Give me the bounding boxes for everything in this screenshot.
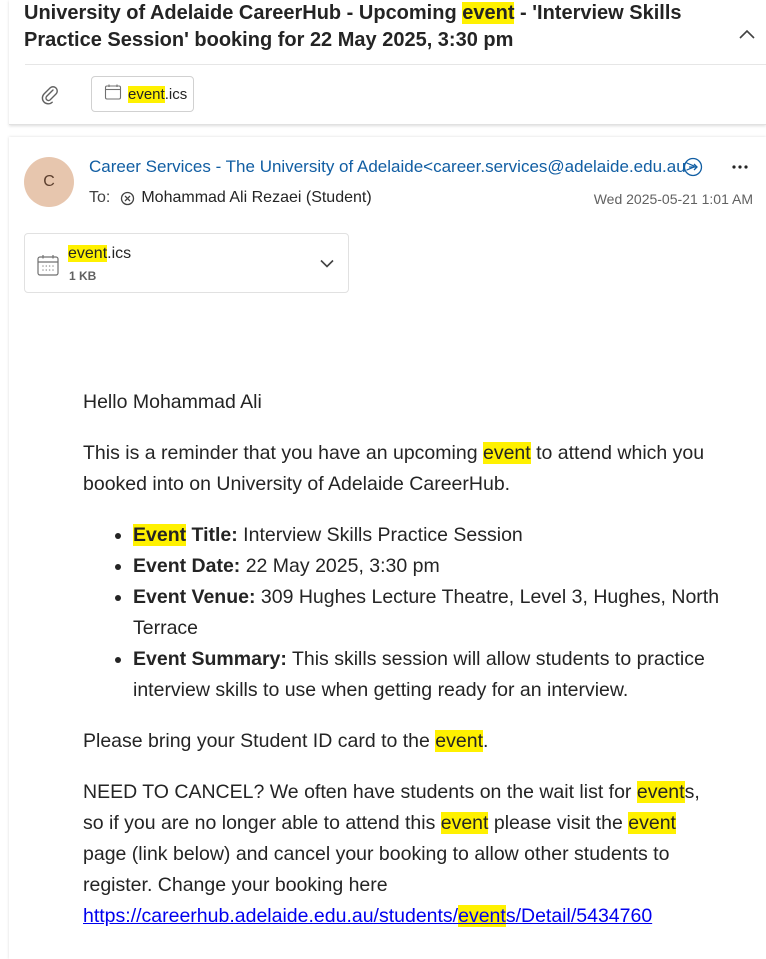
link-text[interactable]: https://careerhub.adelaide.edu.au/studen… xyxy=(83,905,458,927)
attachment-chip-name: event.ics xyxy=(128,85,188,103)
to-line: To: Mohammad Ali Rezaei (Student) xyxy=(89,189,372,207)
search-highlight[interactable]: event xyxy=(458,905,506,927)
chip-search-highlight: event xyxy=(128,85,165,103)
detail-value: 22 May 2025, 3:30 pm xyxy=(240,555,440,577)
detail-label: Event Summary: xyxy=(133,648,287,670)
cancel-text: NEED TO CANCEL? We often have students o… xyxy=(83,781,637,803)
cancel-text: please visit the xyxy=(488,812,629,834)
subject-search-highlight: event xyxy=(462,2,515,24)
attachment-chip[interactable]: event.ics xyxy=(91,76,194,112)
search-highlight: event xyxy=(435,730,483,752)
search-highlight: event xyxy=(482,442,531,464)
intro-paragraph: This is a reminder that you have an upco… xyxy=(83,438,723,500)
list-item: Event Date: 22 May 2025, 3:30 pm xyxy=(133,551,723,582)
chevron-down-icon[interactable] xyxy=(316,252,338,274)
message-card: C Career Services - The University of Ad… xyxy=(9,137,766,959)
sender-name[interactable]: Career Services - The University of Adel… xyxy=(89,156,719,178)
detail-value: Interview Skills Practice Session xyxy=(237,524,523,546)
to-label: To: xyxy=(89,189,111,206)
calendar-file-icon xyxy=(104,83,122,106)
attachment-extension: .ics xyxy=(107,245,132,262)
email-body: Hello Mohammad Ali This is a reminder th… xyxy=(83,387,723,952)
event-details-list: Event Title: Interview Skills Practice S… xyxy=(133,520,723,706)
detail-label: Event Venue: xyxy=(133,586,256,608)
attachment-size: 1 KB xyxy=(69,269,97,283)
blocked-user-icon xyxy=(120,191,135,206)
intro-text: This is a reminder that you have an upco… xyxy=(83,442,483,464)
recipient-name[interactable]: Mohammad Ali Rezaei (Student) xyxy=(141,189,371,207)
detail-label: Event Date: xyxy=(133,555,241,577)
list-item: Event Title: Interview Skills Practice S… xyxy=(133,520,723,551)
list-item: Event Venue: 309 Hughes Lecture Theatre,… xyxy=(133,582,723,644)
cancel-text: page (link below) and cancel your bookin… xyxy=(83,843,670,896)
cancel-paragraph: NEED TO CANCEL? We often have students o… xyxy=(83,777,723,932)
list-item: Event Summary: This skills session will … xyxy=(133,644,723,706)
collapse-chevron-up-icon[interactable] xyxy=(734,22,760,48)
search-highlight: Event xyxy=(133,524,187,546)
header-divider xyxy=(25,64,766,65)
presence-icon xyxy=(682,156,704,178)
link-text-rest[interactable]: s/Detail/5434760 xyxy=(506,905,652,927)
chip-extension: .ics xyxy=(164,85,188,103)
booking-link[interactable]: https://careerhub.adelaide.edu.au/studen… xyxy=(83,905,652,927)
paperclip-icon[interactable] xyxy=(37,82,63,108)
calendar-file-icon xyxy=(36,253,60,277)
timestamp: Wed 2025-05-21 1:01 AM xyxy=(593,191,753,207)
greeting: Hello Mohammad Ali xyxy=(83,391,262,413)
attachment-search-highlight: event xyxy=(68,245,108,262)
bring-text: Please bring your Student ID card to the xyxy=(83,730,436,752)
bring-id-paragraph: Please bring your Student ID card to the… xyxy=(83,726,723,757)
search-highlight: event xyxy=(628,812,676,834)
attachment-name: event.ics xyxy=(68,245,131,263)
bring-text-rest: . xyxy=(483,730,489,752)
email-subject: University of Adelaide CareerHub - Upcom… xyxy=(24,0,724,54)
subject-text: University of Adelaide CareerHub - Upcom… xyxy=(24,2,463,24)
avatar[interactable]: C xyxy=(24,157,74,207)
detail-label: Title: xyxy=(186,524,238,546)
conversation-header: University of Adelaide CareerHub - Upcom… xyxy=(9,0,766,125)
search-highlight: event xyxy=(440,812,489,834)
more-options-icon[interactable] xyxy=(725,153,755,181)
search-highlight: event xyxy=(636,781,685,803)
attachment-card[interactable]: event.ics 1 KB xyxy=(24,233,349,293)
